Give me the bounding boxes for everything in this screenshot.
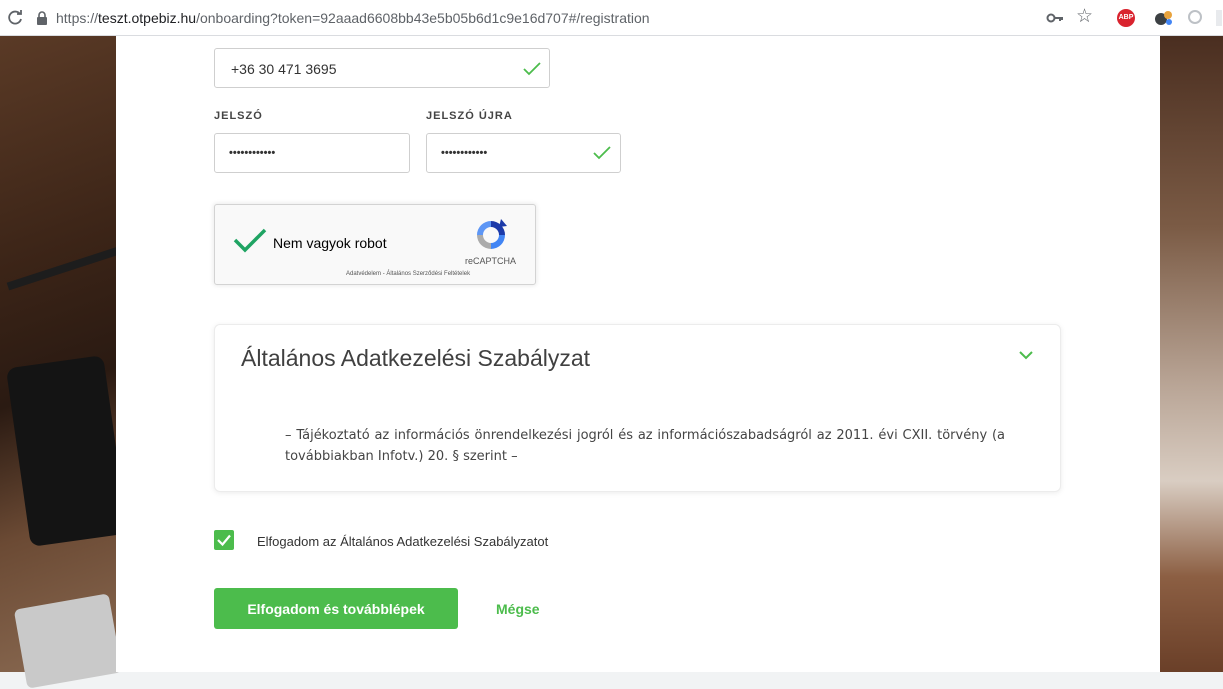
- background-photo-left: [0, 36, 129, 689]
- recaptcha-checkmark-icon[interactable]: [233, 227, 267, 253]
- password-repeat-label: JELSZÓ ÚJRA: [426, 110, 513, 122]
- phone-field[interactable]: +36 30 471 3695: [214, 48, 550, 88]
- password-repeat-field[interactable]: ••••••••••••: [426, 133, 621, 173]
- phone-value: +36 30 471 3695: [231, 61, 337, 77]
- lock-icon[interactable]: [36, 11, 48, 25]
- extension-circle-icon[interactable]: [1188, 10, 1202, 24]
- password-value: ••••••••••••: [229, 147, 276, 159]
- browser-toolbar: https://teszt.otpebiz.hu/onboarding?toke…: [0, 0, 1223, 36]
- adblock-plus-icon[interactable]: ABP: [1117, 9, 1135, 27]
- recaptcha-widget[interactable]: Nem vagyok robot reCAPTCHA Adatvédelem -…: [214, 204, 536, 285]
- address-bar[interactable]: https://teszt.otpebiz.hu/onboarding?toke…: [56, 10, 650, 26]
- device-decoration: [13, 593, 123, 689]
- reload-icon[interactable]: [6, 9, 24, 27]
- recaptcha-terms-link[interactable]: Adatvédelem - Általános Szerződési Felté…: [346, 271, 470, 277]
- policy-body-text: – Tájékoztató az információs önrendelkez…: [285, 428, 1005, 464]
- recaptcha-logo-icon: [477, 219, 507, 249]
- policy-title[interactable]: Általános Adatkezelési Szabályzat: [241, 345, 590, 372]
- extension-icon[interactable]: [1154, 9, 1174, 27]
- background-photo-right: [1160, 36, 1223, 672]
- checkbox-check-icon: [217, 534, 231, 547]
- key-icon[interactable]: [1046, 11, 1064, 25]
- chevron-down-icon[interactable]: [1018, 350, 1034, 360]
- password-label: JELSZÓ: [214, 110, 263, 122]
- consent-label[interactable]: Elfogadom az Általános Adatkezelési Szab…: [257, 534, 548, 549]
- url-host: teszt.otpebiz.hu: [98, 10, 197, 26]
- valid-check-icon: [523, 62, 541, 76]
- phone-decoration: [5, 355, 129, 547]
- recaptcha-label: Nem vagyok robot: [273, 235, 387, 251]
- extension-partial-icon[interactable]: [1216, 10, 1222, 26]
- password-repeat-value: ••••••••••••: [441, 147, 488, 159]
- consent-checkbox[interactable]: [214, 530, 234, 550]
- recaptcha-brand: reCAPTCHA: [465, 256, 517, 266]
- valid-check-icon: [593, 146, 611, 160]
- url-path: /onboarding?token=92aaad6608bb43e5b05b6d…: [196, 10, 650, 26]
- pen-decoration: [6, 245, 124, 291]
- policy-accordion[interactable]: Általános Adatkezelési Szabályzat – Tájé…: [214, 324, 1061, 492]
- cancel-link[interactable]: Mégse: [496, 601, 540, 617]
- accept-and-continue-button[interactable]: Elfogadom és továbblépek: [214, 588, 458, 629]
- text-fade-overlay: [255, 465, 1035, 487]
- password-field[interactable]: ••••••••••••: [214, 133, 410, 173]
- registration-panel: +36 30 471 3695 JELSZÓ JELSZÓ ÚJRA •••••…: [116, 36, 1160, 672]
- bookmark-star-icon[interactable]: ☆: [1076, 7, 1093, 27]
- url-prefix: https://: [56, 10, 99, 26]
